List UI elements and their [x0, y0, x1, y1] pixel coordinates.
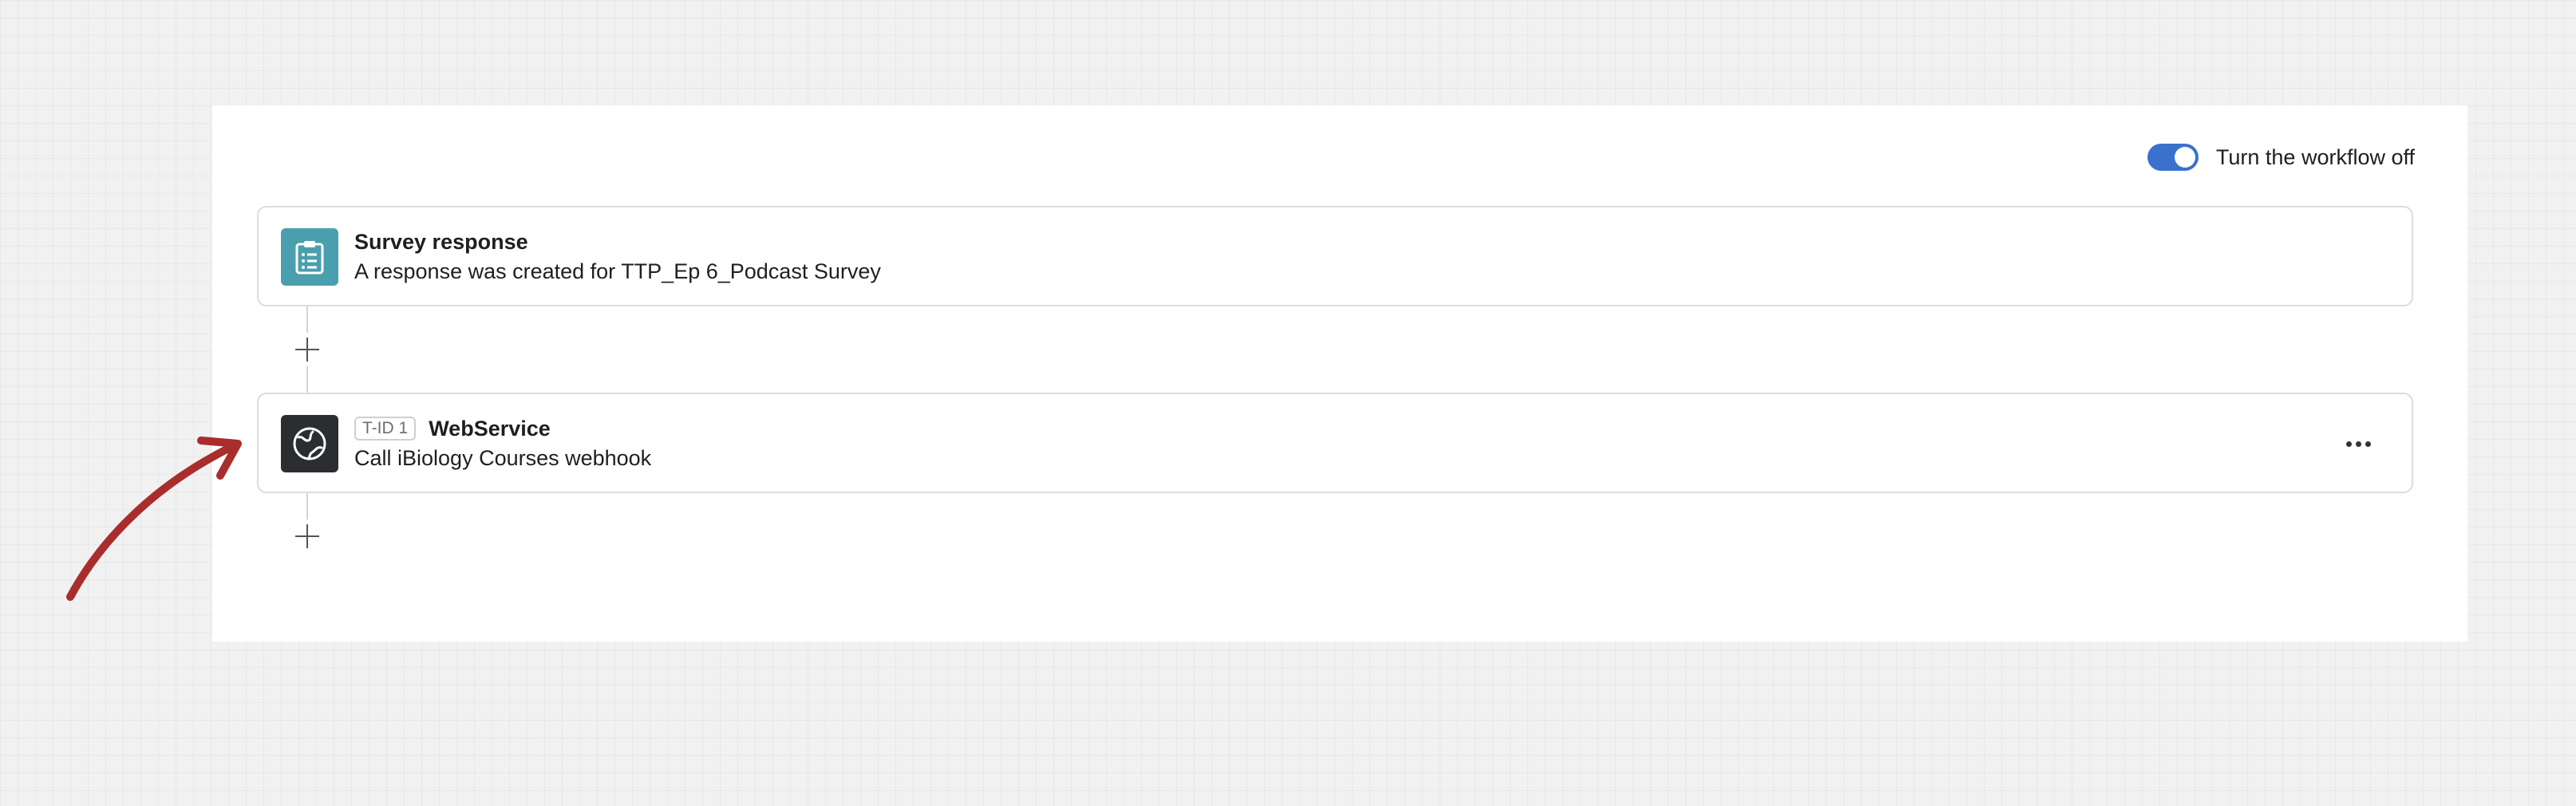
trigger-card-body: Survey response A response was created f…: [354, 227, 2332, 284]
task-title: WebService: [429, 416, 551, 441]
more-horizontal-icon: [2365, 441, 2371, 447]
more-horizontal-icon: [2355, 441, 2361, 447]
task-id-badge: T-ID 1: [354, 417, 417, 441]
workflow-panel: Turn the workflow off Survey response A …: [212, 105, 2467, 642]
task-description: Call iBiology Courses webhook: [354, 446, 652, 470]
workflow-toggle-control: Turn the workflow off: [2147, 139, 2415, 176]
more-options-button[interactable]: [2335, 428, 2381, 460]
globe-icon: [281, 415, 338, 472]
task-card[interactable]: T-ID 1 WebService Call iBiology Courses …: [257, 393, 2413, 493]
task-card-body: T-ID 1 WebService Call iBiology Courses …: [354, 414, 2332, 471]
add-step-button[interactable]: [290, 520, 324, 553]
task-title-row: T-ID 1 WebService: [354, 414, 2332, 443]
workflow-toggle[interactable]: [2147, 144, 2199, 171]
trigger-title-row: Survey response: [354, 227, 2332, 256]
clipboard-list-icon: [281, 228, 338, 286]
more-horizontal-icon: [2345, 441, 2352, 447]
workflow-toggle-label[interactable]: Turn the workflow off: [2216, 145, 2415, 170]
trigger-title: Survey response: [354, 229, 528, 254]
toggle-knob: [2174, 147, 2195, 168]
trigger-card[interactable]: Survey response A response was created f…: [257, 206, 2413, 306]
trigger-description: A response was created for TTP_Ep 6_Podc…: [354, 259, 881, 283]
curved-arrow-icon: [66, 437, 242, 601]
connector-line: [306, 493, 308, 522]
add-step-button[interactable]: [290, 333, 324, 366]
